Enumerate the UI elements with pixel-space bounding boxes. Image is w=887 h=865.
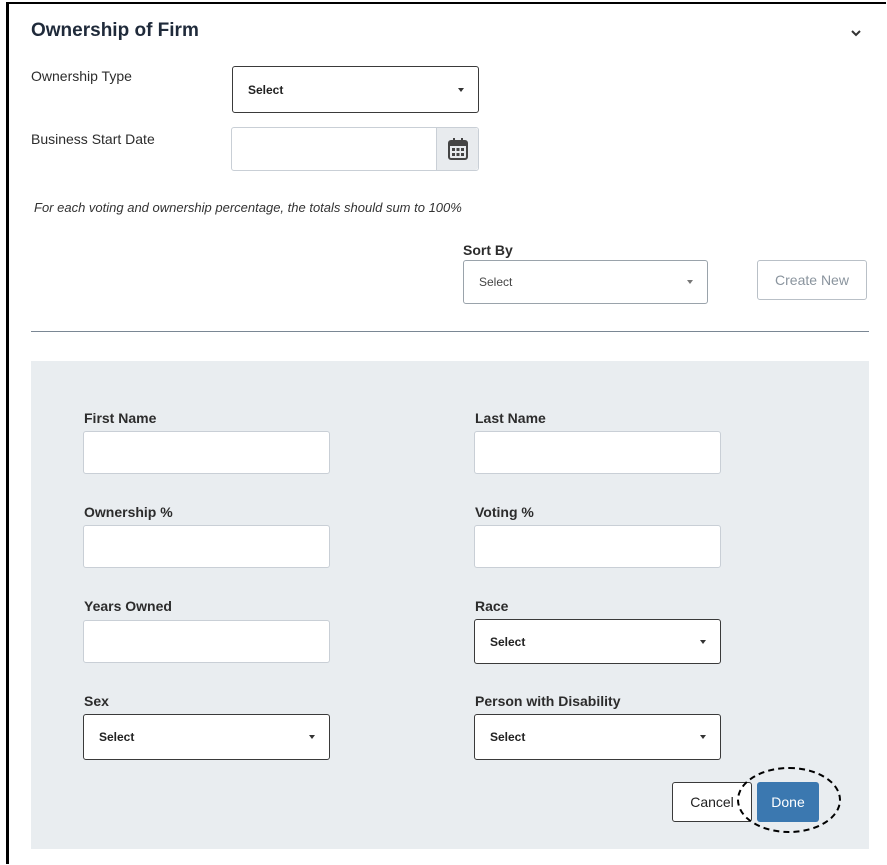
disability-value: Select <box>490 730 526 744</box>
chevron-down-icon[interactable] <box>848 26 864 40</box>
race-label: Race <box>475 598 509 614</box>
business-start-date-input[interactable] <box>231 127 479 171</box>
section-title: Ownership of Firm <box>31 20 199 41</box>
last-name-input[interactable] <box>474 431 721 474</box>
voting-pct-label: Voting % <box>475 504 534 520</box>
ownership-type-value: Select <box>248 82 284 97</box>
years-owned-input[interactable] <box>83 620 330 663</box>
sort-by-label: Sort By <box>463 242 513 258</box>
caret-down-icon <box>687 280 693 284</box>
calendar-icon <box>448 138 468 160</box>
disability-label: Person with Disability <box>475 693 621 709</box>
sort-by-value: Select <box>479 275 513 289</box>
caret-down-icon <box>309 735 315 739</box>
cancel-button[interactable]: Cancel <box>672 782 752 822</box>
date-picker-button[interactable] <box>436 128 478 170</box>
caret-down-icon <box>458 87 464 92</box>
create-new-button[interactable]: Create New <box>757 260 867 300</box>
first-name-input[interactable] <box>83 431 330 474</box>
first-name-label: First Name <box>84 410 157 426</box>
race-value: Select <box>490 634 526 649</box>
years-owned-label: Years Owned <box>84 598 172 614</box>
sex-select[interactable]: Select <box>83 714 330 760</box>
percentage-hint: For each voting and ownership percentage… <box>34 200 462 215</box>
divider <box>31 331 869 332</box>
ownership-pct-label: Ownership % <box>84 504 173 520</box>
voting-pct-input[interactable] <box>474 525 721 568</box>
race-select[interactable]: Select <box>474 619 721 664</box>
ownership-pct-input[interactable] <box>83 525 330 568</box>
sex-label: Sex <box>84 693 109 709</box>
ownership-type-select[interactable]: Select <box>232 66 479 113</box>
disability-select[interactable]: Select <box>474 714 721 760</box>
ownership-type-label: Ownership Type <box>31 68 132 84</box>
done-button[interactable]: Done <box>757 782 819 822</box>
sort-by-select[interactable]: Select <box>463 260 708 304</box>
sex-value: Select <box>99 730 135 744</box>
caret-down-icon <box>700 735 706 739</box>
caret-down-icon <box>700 639 706 644</box>
business-start-date-label: Business Start Date <box>31 131 155 147</box>
last-name-label: Last Name <box>475 410 546 426</box>
